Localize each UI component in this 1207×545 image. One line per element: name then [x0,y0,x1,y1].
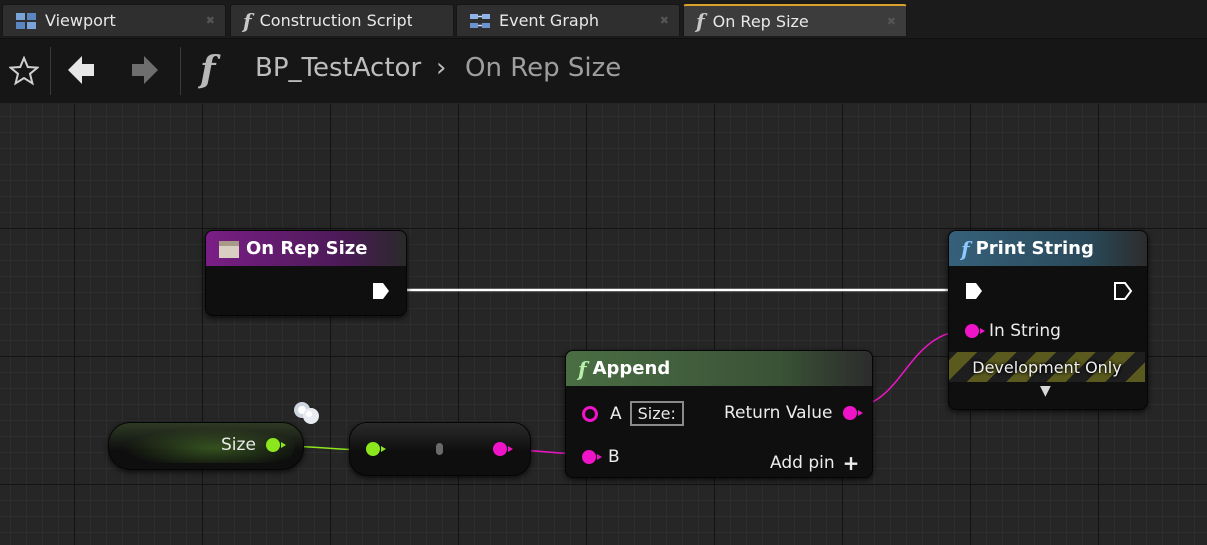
on-rep-size-header: On Rep Size [206,231,406,266]
viewport-icon [16,12,36,29]
breadcrumb-blueprint[interactable]: BP_TestActor [255,53,421,83]
function-icon: f [961,236,970,261]
size-variable-node[interactable]: Size [108,422,304,470]
size-label: Size [221,435,256,455]
append-pin-b-row[interactable]: B [582,447,620,467]
conversion-node[interactable] [349,422,531,476]
tab-bar: Viewport ✖ f Construction Script Event G… [0,0,1207,39]
breadcrumb-separator: › [436,53,447,83]
tab-viewport[interactable]: Viewport ✖ [2,4,226,36]
graph-toolbar: f BP_TestActor › On Rep Size [0,39,1207,103]
add-pin-label: Add pin [770,453,835,473]
print-string-node[interactable]: f Print String In String Development Onl… [948,230,1148,410]
tab-viewport-label: Viewport [45,11,116,30]
close-icon[interactable]: ✖ [206,14,215,27]
toolbar-separator [180,47,181,95]
exec-in-pin[interactable] [964,281,984,301]
plus-icon: + [842,451,860,475]
development-only-label: Development Only [972,357,1122,377]
append-pin-b-label: B [608,447,620,467]
add-pin-button[interactable]: Add pin + [770,451,859,475]
function-icon: f [243,8,252,33]
conversion-dot [436,443,443,455]
in-string-pin-row[interactable]: In String [965,321,1061,341]
conversion-in-pin[interactable] [366,442,386,456]
toolbar-separator [50,47,51,95]
function-icon: f [696,9,705,33]
append-return-row[interactable]: Return Value [724,403,863,423]
close-icon[interactable]: ✖ [887,15,896,28]
tab-on-rep-size-label: On Rep Size [712,11,809,31]
arrow-right-icon[interactable] [130,53,160,87]
function-icon: f [200,49,216,91]
on-rep-size-node[interactable]: On Rep Size [205,230,407,316]
size-pin-row[interactable]: Size [221,435,286,455]
on-rep-size-title: On Rep Size [246,238,368,259]
append-title: Append [592,358,671,379]
function-icon: f [578,356,587,381]
append-return-label: Return Value [724,403,833,423]
append-pin-a-input[interactable]: Size: [629,401,684,426]
replicated-icon [294,402,319,424]
star-icon[interactable] [9,56,39,86]
in-string-label: In String [989,321,1061,341]
tab-construction-script-label: Construction Script [259,11,412,30]
tab-event-graph-label: Event Graph [499,11,599,30]
in-string-pin[interactable] [965,324,985,338]
tab-event-graph[interactable]: Event Graph ✖ [456,4,680,36]
event-box-icon [219,240,239,258]
append-header: f Append [566,351,872,386]
append-node[interactable]: f Append A Size: Return Value B Add pin … [565,350,873,478]
event-graph-icon [470,13,490,28]
print-string-title: Print String [975,238,1094,259]
arrow-left-icon[interactable] [66,53,96,87]
development-only-banner: Development Only [949,352,1145,382]
size-out-pin[interactable] [265,438,286,452]
print-string-header: f Print String [949,231,1147,266]
tab-on-rep-size[interactable]: f On Rep Size ✖ [683,4,907,36]
append-pin-b[interactable] [582,450,602,464]
graph-canvas[interactable]: On Rep Size f Print String In String Dev… [0,104,1207,545]
append-pin-a-row[interactable]: A Size: [582,401,684,426]
conversion-out-pin[interactable] [493,442,513,456]
expand-arrow-icon[interactable]: ▼ [1040,383,1051,399]
append-pin-a[interactable] [582,405,598,422]
breadcrumb-function: On Rep Size [465,53,622,83]
exec-out-pin[interactable] [371,281,391,301]
append-pin-a-label: A [610,403,622,424]
tab-construction-script[interactable]: f Construction Script [230,4,454,36]
append-return-pin[interactable] [842,406,863,420]
close-icon[interactable]: ✖ [660,14,669,27]
exec-out-pin[interactable] [1113,281,1133,301]
